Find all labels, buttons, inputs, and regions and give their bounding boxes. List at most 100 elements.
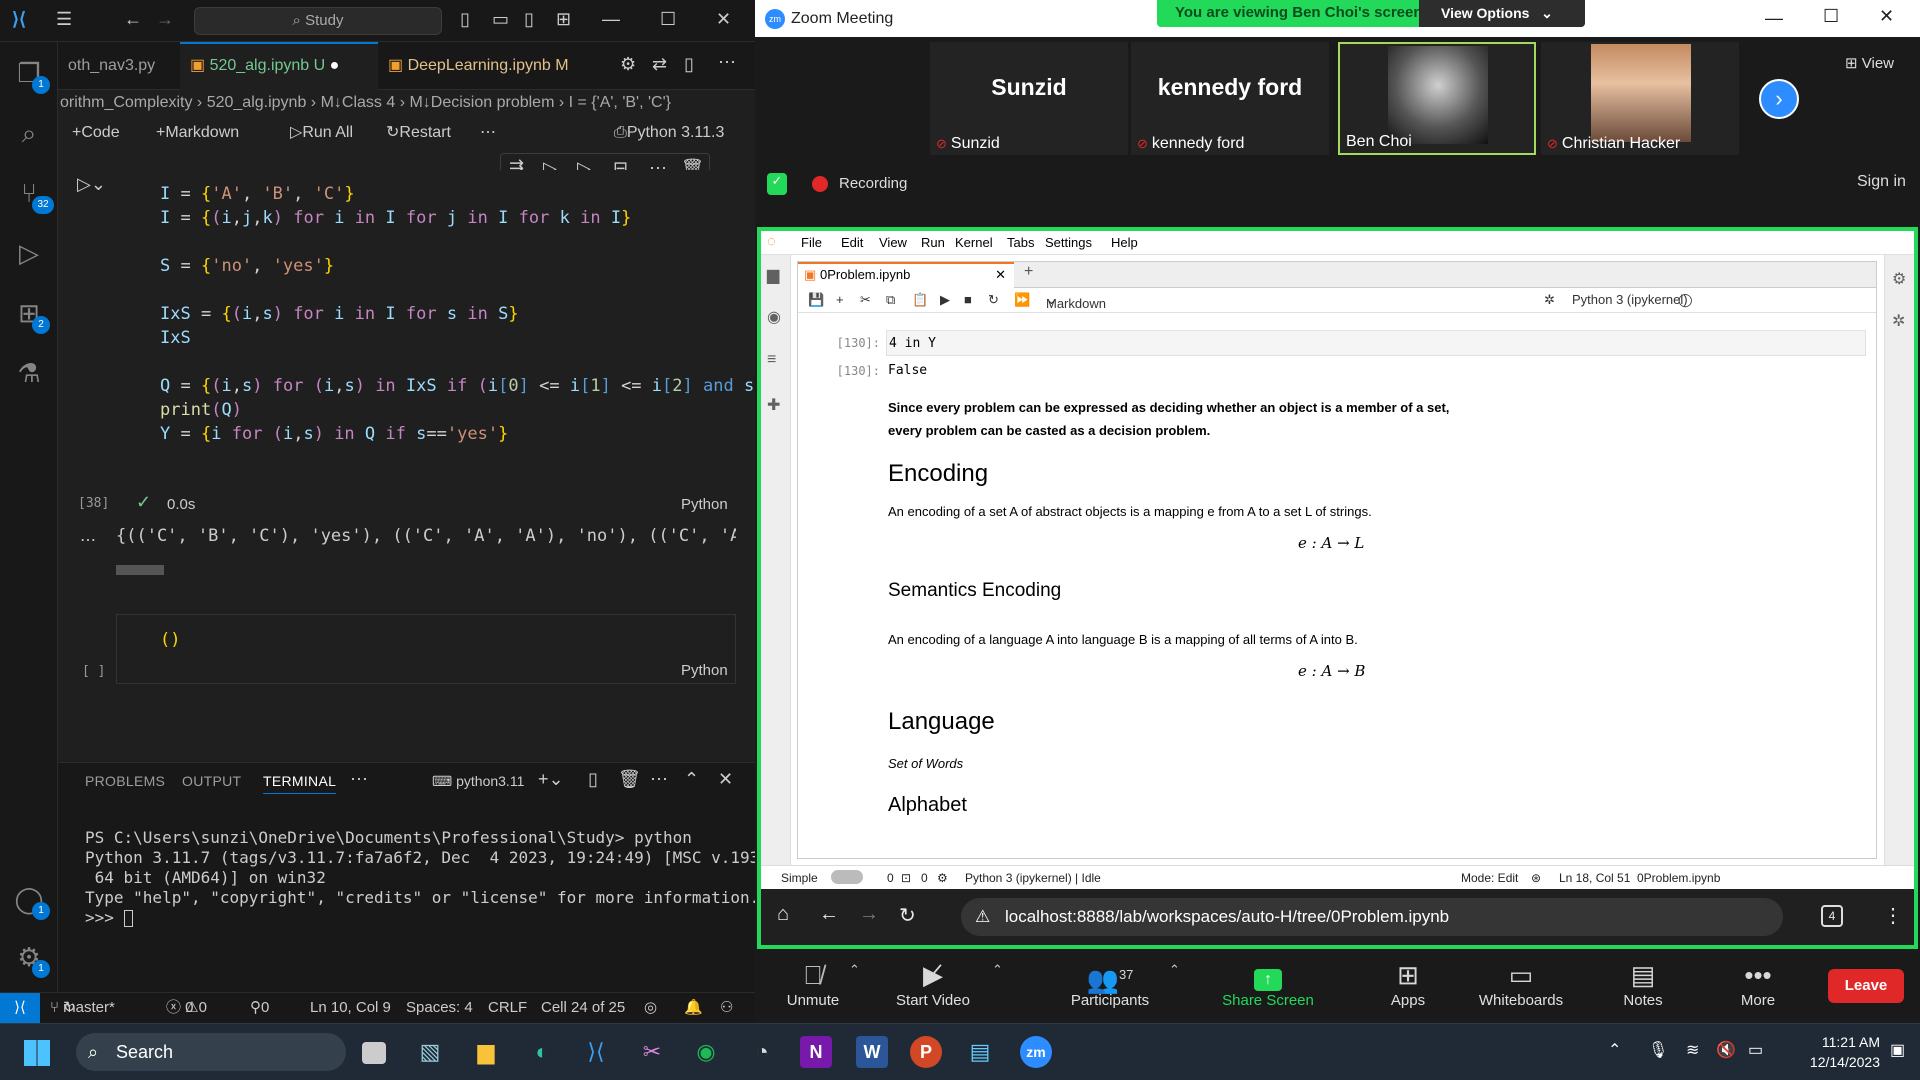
add-markdown-button[interactable]: + Markdown — [156, 116, 239, 150]
problems-indicator[interactable]: ⓧ 0 ⚠ 0 — [166, 993, 207, 1023]
copy-icon[interactable]: ⧉ — [886, 292, 895, 308]
share-screen-button[interactable]: ↑ Share Screen — [1209, 958, 1327, 1009]
restart-icon[interactable]: ↻ — [988, 292, 999, 308]
tab-oth-nav3[interactable]: oth_nav3.py — [58, 42, 165, 90]
save-icon[interactable]: 💾 — [808, 292, 824, 308]
reload-icon[interactable]: ↻ — [899, 903, 916, 928]
menu-edit[interactable]: Edit — [841, 235, 863, 250]
participant-tile[interactable]: kennedy ford ⊘ kennedy ford — [1131, 42, 1329, 155]
cell-language[interactable]: Python — [681, 496, 728, 513]
code-line[interactable]: print(Q) — [160, 400, 242, 420]
code-line[interactable]: S = {'no', 'yes'} — [160, 256, 334, 276]
start-video-button[interactable]: ▶̸ Start Video — [873, 958, 993, 1009]
extension-icon[interactable]: ✚ — [767, 395, 780, 415]
split-terminal-icon[interactable]: ▯ — [588, 769, 598, 790]
testing-icon[interactable]: ⚗ — [12, 356, 46, 390]
taskbar-search[interactable]: ⌕ Search — [76, 1033, 346, 1071]
code-line[interactable]: I = {(i,j,k) for i in I for j in I for k… — [160, 208, 631, 228]
debug-icon[interactable]: ✲ — [1544, 292, 1555, 308]
terminal-instance[interactable]: ⌨ python3.11 — [432, 773, 524, 790]
cursor-position[interactable]: Ln 18, Col 51 — [1559, 871, 1630, 885]
language-text[interactable]: Set of Words — [888, 756, 963, 771]
kill-terminal-icon[interactable]: 🗑 — [618, 769, 641, 790]
terminal-output[interactable]: PS C:\Users\sunzi\OneDrive\Documents\Pro… — [85, 808, 769, 928]
ports-indicator[interactable]: ⚲ 0 — [250, 993, 269, 1023]
stop-icon[interactable]: ■ — [964, 292, 972, 307]
terminal-count[interactable]: 0 — [887, 871, 894, 885]
run-debug-icon[interactable]: ▷ — [12, 236, 46, 270]
cut-icon[interactable]: ✂ — [860, 292, 871, 308]
heading-encoding[interactable]: Encoding — [888, 460, 988, 488]
more-toolbar-icon[interactable]: ⋯ — [480, 116, 496, 150]
notification-icon[interactable]: ▣ — [1890, 1040, 1905, 1060]
add-code-button[interactable]: + Code — [72, 116, 120, 150]
kernel-picker[interactable]: ⎙ Python 3.11.3 — [614, 116, 724, 150]
code-cell[interactable]: 4 in Y — [886, 330, 1866, 356]
sign-in-button[interactable]: Sign in — [1857, 173, 1906, 191]
menu-run[interactable]: Run — [921, 235, 945, 250]
toggle-panel-icon[interactable]: ▭ — [492, 9, 509, 30]
output-more-icon[interactable]: ⋯ — [80, 530, 96, 550]
url-input[interactable]: ⚠ localhost:8888/lab/workspaces/auto-H/t… — [961, 898, 1783, 936]
back-arrow-icon[interactable]: ← — [819, 903, 839, 926]
more-actions-icon[interactable]: ⋯ — [718, 52, 736, 73]
branch-indicator[interactable]: ⑂ master* ↻ — [50, 993, 115, 1023]
participants-options-icon[interactable]: ⌃ — [1169, 962, 1180, 978]
cell-language[interactable]: Python — [681, 662, 728, 679]
tab-deeplearning[interactable]: ▣ DeepLearning.ipynb M — [378, 42, 579, 90]
fast-forward-icon[interactable]: ⏩ — [1014, 292, 1030, 308]
audio-options-icon[interactable]: ⌃ — [849, 962, 860, 978]
notifications-bell-icon[interactable]: 🔔 — [684, 993, 703, 1023]
command-center-search[interactable]: ⌕ Study — [194, 7, 442, 35]
insert-cell-icon[interactable]: + — [836, 292, 844, 307]
browser-menu-icon[interactable]: ⋮ — [1883, 903, 1903, 928]
code-line[interactable]: Q = {(i,s) for (i,s) in IxS if (i[0] <= … — [160, 376, 775, 396]
tray-overflow-icon[interactable]: ⌃ — [1608, 1040, 1621, 1060]
vscode-app-icon[interactable]: ⟩⟨ — [580, 1036, 612, 1068]
close-panel-icon[interactable]: ✕ — [718, 769, 733, 790]
security-shield-icon[interactable]: ✓ — [767, 173, 787, 195]
maximize-panel-icon[interactable]: ⌃ — [684, 769, 699, 790]
leave-button[interactable]: Leave — [1828, 969, 1904, 1003]
forward-arrow-icon[interactable]: → — [859, 903, 879, 926]
home-icon[interactable]: ⌂ — [777, 903, 789, 926]
tab-problems[interactable]: PROBLEMS — [85, 773, 165, 789]
file-explorer-icon[interactable]: ▆ — [470, 1036, 502, 1068]
run-all-button[interactable]: ▷ Run All — [290, 116, 353, 150]
breadcrumb-item[interactable]: M↓Class 4 — [321, 94, 396, 111]
heading-language[interactable]: Language — [888, 708, 995, 736]
maximize-icon[interactable]: ☐ — [1823, 6, 1839, 27]
onenote-icon[interactable]: N — [800, 1036, 832, 1068]
output-scrollbar[interactable] — [116, 565, 164, 575]
toc-icon[interactable]: ≡ — [767, 351, 776, 369]
snipping-tool-icon[interactable]: ✂ — [636, 1036, 668, 1068]
heading-semantics[interactable]: Semantics Encoding — [888, 580, 1061, 602]
notebook-tab[interactable]: ▣ 0Problem.ipynb ✕ — [798, 262, 1014, 288]
notes-button[interactable]: ▤ Notes — [1593, 958, 1693, 1009]
menu-file[interactable]: File — [801, 235, 822, 250]
tab-output[interactable]: OUTPUT — [182, 773, 241, 789]
kernel-count[interactable]: 0 — [921, 871, 928, 885]
powerpoint-icon[interactable]: P — [910, 1036, 942, 1068]
participant-tile[interactable]: ⊘ Christian Hacker — [1541, 42, 1739, 155]
code-line[interactable]: IxS = {(i,s) for i in I for s in S} — [160, 304, 519, 324]
task-view-icon[interactable] — [362, 1042, 386, 1064]
paste-icon[interactable]: 📋 — [912, 292, 928, 308]
folder-icon[interactable]: ▆ — [767, 265, 779, 285]
view-options-button[interactable]: View Options ⌄ — [1419, 0, 1585, 27]
back-arrow-icon[interactable]: ← — [124, 9, 142, 30]
close-icon[interactable]: ✕ — [716, 9, 731, 30]
menu-kernel[interactable]: Kernel — [955, 235, 993, 250]
tab-terminal[interactable]: TERMINAL — [263, 773, 337, 794]
volume-muted-icon[interactable]: 🔇 — [1716, 1040, 1736, 1060]
menu-icon[interactable]: ☰ — [56, 9, 72, 30]
recording-label[interactable]: Recording — [839, 175, 907, 192]
cell-type-select[interactable]: Markdown ⌄ — [1046, 292, 1106, 311]
line-endings[interactable]: CRLF — [488, 993, 527, 1023]
word-icon[interactable]: W — [856, 1036, 888, 1068]
next-page-button[interactable]: › — [1759, 79, 1799, 119]
apps-button[interactable]: ⊞ Apps — [1358, 958, 1458, 1009]
new-tab-icon[interactable]: + — [1024, 263, 1033, 281]
remote-icon[interactable]: ⟩⟨ — [0, 993, 40, 1023]
indentation[interactable]: Spaces: 4 — [406, 993, 473, 1023]
